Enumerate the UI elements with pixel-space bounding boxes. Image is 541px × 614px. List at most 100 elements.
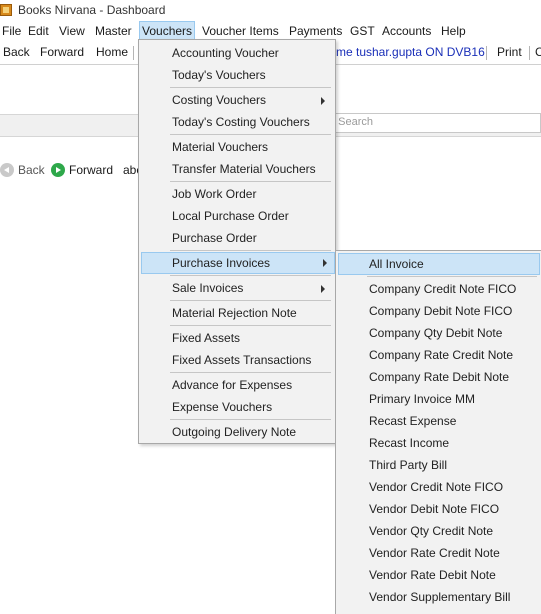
toolbar-home-button[interactable]: Home bbox=[96, 42, 128, 64]
submenu-arrow-icon bbox=[321, 97, 325, 105]
submenu-item-vendor-rate-debit-note[interactable]: Vendor Rate Debit Note bbox=[338, 564, 538, 586]
menu-item-label: Third Party Bill bbox=[369, 458, 448, 472]
toolbar-forward-button[interactable]: Forward bbox=[40, 42, 84, 64]
menu-item-job-work-order[interactable]: Job Work Order bbox=[141, 183, 333, 205]
title-bar: Books Nirvana - Dashboard bbox=[0, 0, 541, 21]
menu-help[interactable]: Help bbox=[439, 21, 468, 42]
toolbar-separator bbox=[486, 46, 487, 60]
menu-item-label: Today's Costing Vouchers bbox=[172, 115, 310, 129]
menu-item-label: Company Rate Credit Note bbox=[369, 348, 514, 362]
submenu-item-vendor-qty-credit-note[interactable]: Vendor Qty Credit Note bbox=[338, 520, 538, 542]
menu-item-label: Job Work Order bbox=[172, 187, 257, 201]
submenu-item-vendor-credit-note-fico[interactable]: Vendor Credit Note FICO bbox=[338, 476, 538, 498]
menu-separator bbox=[170, 275, 331, 276]
menu-separator bbox=[170, 134, 331, 135]
submenu-item-vendor-supplementary-bill[interactable]: Vendor Supplementary Bill bbox=[338, 586, 538, 608]
menu-item-label: Recast Expense bbox=[369, 414, 457, 428]
search-input[interactable]: o Search bbox=[316, 113, 541, 133]
menu-item-material-rejection-note[interactable]: Material Rejection Note bbox=[141, 302, 333, 324]
menu-item-purchase-invoices[interactable]: Purchase Invoices bbox=[141, 252, 335, 274]
welcome-user-label: me tushar.gupta ON DVB16 bbox=[336, 45, 485, 59]
menu-separator bbox=[170, 300, 331, 301]
nav-back-button[interactable]: Back bbox=[0, 160, 45, 180]
menu-item-label: Company Credit Note FICO bbox=[369, 282, 517, 296]
menu-item-advance-for-expenses[interactable]: Advance for Expenses bbox=[141, 374, 333, 396]
menu-item-label: Today's Vouchers bbox=[172, 68, 266, 82]
menu-item-label: Purchase Invoices bbox=[172, 256, 271, 270]
menu-item-fixed-assets-transactions[interactable]: Fixed Assets Transactions bbox=[141, 349, 333, 371]
submenu-item-company-rate-debit-note[interactable]: Company Rate Debit Note bbox=[338, 366, 538, 388]
submenu-item-vendor-rate-credit-note[interactable]: Vendor Rate Credit Note bbox=[338, 542, 538, 564]
menu-item-label: Vendor Rate Credit Note bbox=[369, 546, 500, 560]
menu-accounts[interactable]: Accounts bbox=[380, 21, 433, 42]
menu-item-fixed-assets[interactable]: Fixed Assets bbox=[141, 327, 333, 349]
submenu-item-company-credit-note-fico[interactable]: Company Credit Note FICO bbox=[338, 278, 538, 300]
menu-item-label: Vendor Rate Debit Note bbox=[369, 568, 496, 582]
submenu-item-recast-expense[interactable]: Recast Expense bbox=[338, 410, 538, 432]
menu-item-label: Vendor Supplementary Bill bbox=[369, 590, 511, 604]
submenu-item-third-party-bill[interactable]: Third Party Bill bbox=[338, 454, 538, 476]
menu-item-label: Company Qty Debit Note bbox=[369, 326, 503, 340]
toolbar-back-button[interactable]: Back bbox=[3, 42, 30, 64]
submenu-item-company-rate-credit-note[interactable]: Company Rate Credit Note bbox=[338, 344, 538, 366]
menu-item-todays-vouchers[interactable]: Today's Vouchers bbox=[141, 64, 333, 86]
purchase-invoices-submenu: All Invoice Company Credit Note FICO Com… bbox=[335, 250, 541, 614]
menu-item-label: Material Vouchers bbox=[172, 140, 269, 154]
app-icon bbox=[0, 4, 12, 16]
nav-forward-label: Forward bbox=[69, 163, 114, 177]
menu-item-label: Expense Vouchers bbox=[172, 400, 273, 414]
menu-item-label: Vendor Credit Note FICO bbox=[369, 480, 504, 494]
menu-separator bbox=[367, 276, 537, 277]
menu-item-accounting-voucher[interactable]: Accounting Voucher bbox=[141, 42, 333, 64]
menu-item-label: Company Debit Note FICO bbox=[369, 304, 513, 318]
menu-item-todays-costing-vouchers[interactable]: Today's Costing Vouchers bbox=[141, 111, 333, 133]
menu-gst[interactable]: GST bbox=[348, 21, 377, 42]
submenu-item-primary-invoice-mm[interactable]: Primary Invoice MM bbox=[338, 388, 538, 410]
submenu-arrow-icon bbox=[323, 259, 327, 267]
menu-view[interactable]: View bbox=[57, 21, 87, 42]
menu-separator bbox=[170, 325, 331, 326]
menu-master[interactable]: Master bbox=[93, 21, 134, 42]
menu-separator bbox=[170, 372, 331, 373]
nav-forward-button[interactable]: Forward bbox=[51, 160, 113, 180]
toolbar-separator bbox=[529, 46, 530, 60]
menu-item-label: Local Purchase Order bbox=[172, 209, 289, 223]
nav-back-label: Back bbox=[18, 163, 45, 177]
back-arrow-icon bbox=[0, 163, 14, 177]
menu-item-label: Accounting Voucher bbox=[172, 46, 279, 60]
menu-item-costing-vouchers[interactable]: Costing Vouchers bbox=[141, 89, 333, 111]
forward-arrow-icon bbox=[51, 163, 65, 177]
menu-item-expense-vouchers[interactable]: Expense Vouchers bbox=[141, 396, 333, 418]
submenu-item-company-qty-debit-note[interactable]: Company Qty Debit Note bbox=[338, 322, 538, 344]
menu-item-label: Recast Income bbox=[369, 436, 450, 450]
submenu-item-all-invoice[interactable]: All Invoice bbox=[338, 253, 540, 275]
toolbar-overflow-button[interactable]: C bbox=[535, 42, 541, 64]
submenu-item-recast-income[interactable]: Recast Income bbox=[338, 432, 538, 454]
menu-item-outgoing-delivery-note[interactable]: Outgoing Delivery Note bbox=[141, 421, 333, 443]
menu-item-transfer-material-vouchers[interactable]: Transfer Material Vouchers bbox=[141, 158, 333, 180]
menu-item-label: Material Rejection Note bbox=[172, 306, 297, 320]
menu-item-label: Advance for Expenses bbox=[172, 378, 293, 392]
menu-item-label: Primary Invoice MM bbox=[369, 392, 476, 406]
submenu-item-vendor-debit-note-fico[interactable]: Vendor Debit Note FICO bbox=[338, 498, 538, 520]
menu-separator bbox=[170, 250, 331, 251]
menu-item-material-vouchers[interactable]: Material Vouchers bbox=[141, 136, 333, 158]
toolbar-separator bbox=[133, 46, 134, 60]
menu-item-label: Outgoing Delivery Note bbox=[172, 425, 297, 439]
window-title: Books Nirvana - Dashboard bbox=[18, 3, 166, 17]
menu-item-label: Purchase Order bbox=[172, 231, 257, 245]
submenu-item-company-debit-note-fico[interactable]: Company Debit Note FICO bbox=[338, 300, 538, 322]
menu-edit[interactable]: Edit bbox=[26, 21, 51, 42]
menu-separator bbox=[170, 181, 331, 182]
menu-item-label: Vendor Qty Credit Note bbox=[369, 524, 494, 538]
menu-item-label: Fixed Assets bbox=[172, 331, 241, 345]
menu-item-label: Costing Vouchers bbox=[172, 93, 267, 107]
menu-item-local-purchase-order[interactable]: Local Purchase Order bbox=[141, 205, 333, 227]
menu-file[interactable]: File bbox=[0, 21, 23, 42]
menu-item-label: Transfer Material Vouchers bbox=[172, 162, 316, 176]
toolbar-print-button[interactable]: Print bbox=[497, 42, 522, 64]
menu-item-label: Vendor Debit Note FICO bbox=[369, 502, 500, 516]
menu-item-label: Sale Invoices bbox=[172, 281, 244, 295]
menu-item-purchase-order[interactable]: Purchase Order bbox=[141, 227, 333, 249]
menu-item-sale-invoices[interactable]: Sale Invoices bbox=[141, 277, 333, 299]
